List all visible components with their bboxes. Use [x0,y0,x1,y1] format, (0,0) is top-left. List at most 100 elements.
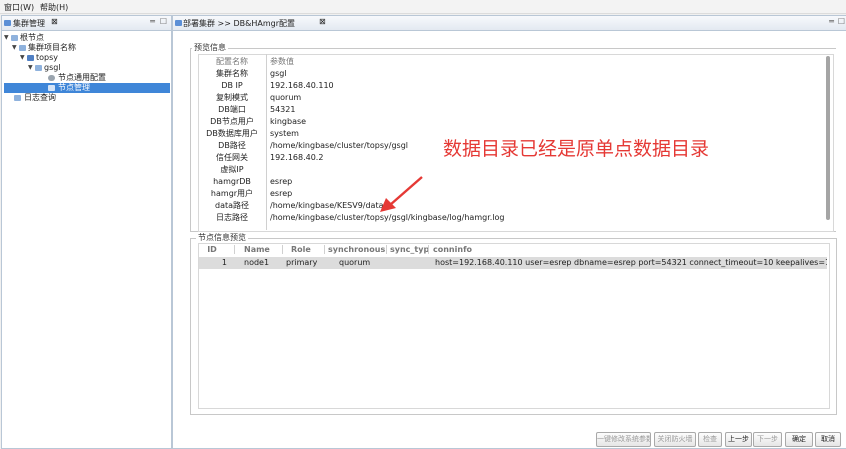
config-value: esrep [270,189,293,198]
cluster-icon [4,20,11,26]
chevron-down-icon[interactable]: ▼ [4,33,9,43]
node-info-label: 节点信息预览 [196,232,248,243]
node-name: node1 [244,258,270,267]
node-synchronous: quorum [339,258,371,267]
config-value: gsgl [270,69,287,78]
column-header-name[interactable]: Name [244,244,270,255]
column-header-role[interactable]: Role [291,244,311,255]
check-button[interactable]: 检查 [698,432,722,447]
column-divider [282,245,283,254]
config-row: DB IP 192.168.40.110 [198,80,758,92]
config-row: 虚拟IP [198,164,758,176]
menu-bar: 窗口(W) 帮助(H) [0,0,846,14]
menu-help[interactable]: 帮助(H) [40,2,68,13]
tree-item-group[interactable]: ▼ gsgl [28,63,158,73]
config-name: hamgrDB [213,177,251,186]
tree-label: 节点管理 [58,83,90,92]
close-firewall-button[interactable]: 关闭防火墙 [654,432,696,447]
column-header-synchronous[interactable]: synchronous [328,244,385,255]
deploy-icon [175,20,182,26]
tree-label: 根节点 [20,33,44,42]
maximize-icon[interactable]: ☐ [838,17,845,26]
column-header-id[interactable]: ID [199,244,225,255]
minimize-icon[interactable]: ═ [829,17,834,26]
log-icon [14,95,21,101]
config-name: 虚拟IP [220,165,244,174]
close-icon[interactable]: ⊠ [51,17,58,26]
folder-icon [19,45,26,51]
db-hamgr-config-tab[interactable]: 部署集群 >> DB&HAmgr配置 ⊠ ═ ☐ [173,16,846,31]
maximize-icon[interactable]: ☐ [160,17,167,26]
config-value: /home/kingbase/KESV9/data [270,201,384,210]
chevron-down-icon[interactable]: ▼ [12,43,17,53]
config-name: DB路径 [218,141,246,150]
config-name: 信任网关 [216,153,248,162]
tree-item-log-query[interactable]: 日志查询 [12,93,162,103]
config-row: 复制模式 quorum [198,92,758,104]
prev-button[interactable]: 上一步 [725,432,752,447]
tree-label: 日志查询 [24,93,56,102]
node-conninfo: host=192.168.40.110 user=esrep dbname=es… [435,258,827,267]
cluster-management-tab[interactable]: 集群管理 ⊠ ═ ☐ [2,16,171,31]
config-header-row: 配置名称 参数值 [198,56,758,68]
config-value: 54321 [270,105,296,114]
tree-item-node-config[interactable]: 节点通用配置 [46,73,156,83]
tree-item-node-manage[interactable]: 节点管理 [4,83,170,93]
column-header-conninfo[interactable]: conninfo [433,244,472,255]
tree-item-project[interactable]: ▼ 集群项目名称 [12,43,162,53]
cluster-management-panel: 集群管理 ⊠ ═ ☐ ▼ 根节点 ▼ 集群项目名称 ▼ topsy ▼ gsgl… [1,15,172,449]
config-value: 192.168.40.2 [270,153,324,162]
next-button[interactable]: 下一步 [753,432,782,447]
tree-label: 节点通用配置 [58,73,106,82]
annotation-arrow [380,176,423,212]
annotation-text: 数据目录已经是原单点数据目录 [443,138,710,160]
ok-button[interactable]: 确定 [785,432,813,447]
config-value-header: 参数值 [270,57,294,66]
folder-icon [11,35,18,41]
column-divider [234,245,235,254]
config-value: kingbase [270,117,307,126]
folder-icon [35,65,42,71]
config-name: hamgr用户 [210,189,254,198]
chevron-down-icon[interactable]: ▼ [20,53,25,63]
config-value: /home/kingbase/cluster/topsy/gsgl [270,141,408,150]
node-icon [48,85,55,91]
tree-item-root[interactable]: ▼ 根节点 [4,33,164,43]
menu-window[interactable]: 窗口(W) [4,2,34,13]
config-name: 集群名称 [216,69,248,78]
tree-label: 集群项目名称 [28,43,76,52]
tree-label: gsgl [44,63,61,72]
column-divider [428,245,429,254]
gear-icon [48,75,55,81]
column-header-sync-type[interactable]: sync_typ [390,244,429,255]
cluster-icon [27,55,34,61]
one-click-modify-params-button[interactable]: 一键修改系统参数 [596,432,651,447]
minimize-icon[interactable]: ═ [150,17,155,26]
config-name: data路径 [214,201,250,210]
node-role: primary [286,258,318,267]
config-value: 192.168.40.110 [270,81,334,90]
tree-item-cluster[interactable]: ▼ topsy [20,53,160,63]
config-row: DB端口 54321 [198,104,758,116]
scrollbar[interactable] [826,56,830,220]
tab-title: 部署集群 >> DB&HAmgr配置 [183,19,296,28]
config-row: 集群名称 gsgl [198,68,758,80]
config-name: DB数据库用户 [206,129,258,138]
config-row: hamgr用户 esrep [198,188,758,200]
preview-info-label: 预览信息 [192,42,228,53]
tab-title: 集群管理 [13,19,45,28]
node-id: 1 [221,258,227,267]
column-divider [324,245,325,254]
config-row: data路径 /home/kingbase/KESV9/data [198,200,758,212]
config-row: hamgrDB esrep [198,176,758,188]
cancel-button[interactable]: 取消 [815,432,841,447]
chevron-down-icon[interactable]: ▼ [28,63,33,73]
config-name: 复制模式 [216,93,248,102]
close-icon[interactable]: ⊠ [319,17,326,26]
config-name: DB端口 [218,105,246,114]
config-name: DB节点用户 [210,117,254,126]
config-name: DB IP [221,81,243,90]
config-row: DB节点用户 kingbase [198,116,758,128]
config-value: esrep [270,177,293,186]
config-value: quorum [270,93,302,102]
